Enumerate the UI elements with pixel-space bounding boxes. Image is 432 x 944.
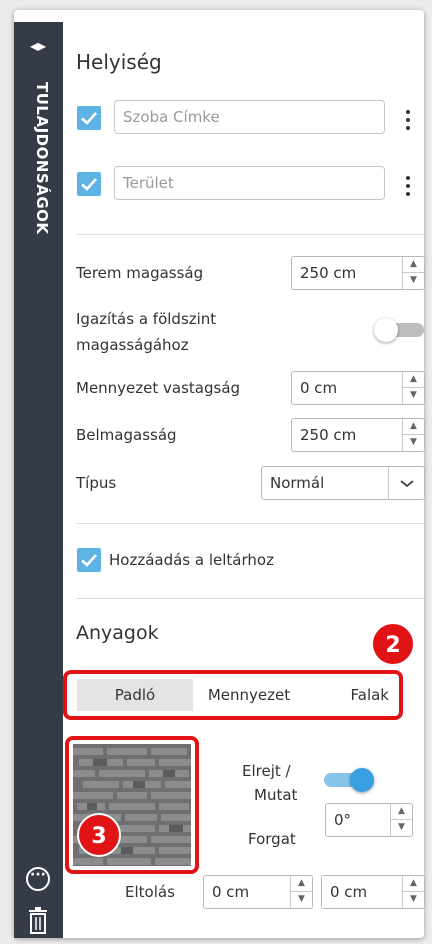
offset-y-value: 0 cm (330, 883, 368, 901)
materials-section-title: Anyagok (76, 622, 159, 644)
area-checkbox[interactable] (77, 172, 101, 196)
room-height-value: 250 cm (300, 264, 357, 282)
increment-icon[interactable]: ▲ (291, 876, 312, 892)
annotation-badge-3: 3 (77, 813, 121, 857)
type-value: Normál (270, 474, 325, 492)
properties-side-tab[interactable]: ◂▸ TULAJDONSÁGOK (14, 22, 63, 938)
panel-content: Helyiség Szoba Címke Terület Terem magas… (63, 22, 425, 938)
decrement-icon[interactable]: ▼ (291, 892, 312, 908)
divider (76, 234, 424, 235)
divider (76, 523, 424, 524)
checkmark-icon (81, 178, 97, 191)
decrement-icon[interactable]: ▼ (391, 820, 412, 836)
inventory-checkbox[interactable] (77, 548, 101, 572)
chat-icon[interactable] (26, 867, 50, 891)
tabs-highlight (63, 670, 403, 720)
chevron-down-icon (400, 480, 414, 488)
align-floor-label-1: Igazítás a földszint (76, 310, 217, 328)
offset-y-stepper[interactable]: 0 cm ▲ ▼ (321, 875, 425, 909)
room-label-input[interactable]: Szoba Címke (114, 100, 385, 134)
increment-icon[interactable]: ▲ (403, 257, 424, 273)
offset-label: Eltolás (125, 883, 175, 901)
offset-x-stepper[interactable]: 0 cm ▲ ▼ (203, 875, 313, 909)
align-floor-label-2: magasságához (76, 336, 189, 354)
ceiling-thickness-stepper[interactable]: 0 cm ▲ ▼ (291, 371, 425, 405)
divider (76, 598, 424, 599)
rotate-label: Forgat (248, 830, 296, 848)
increment-icon[interactable]: ▲ (403, 372, 424, 388)
area-input[interactable]: Terület (114, 166, 385, 200)
type-select[interactable]: Normál (261, 466, 425, 500)
trash-icon[interactable] (27, 907, 49, 935)
decrement-icon[interactable]: ▼ (403, 273, 424, 289)
rotate-value: 0° (334, 811, 352, 829)
area-more-icon[interactable] (405, 174, 411, 198)
room-section-title: Helyiség (76, 50, 162, 74)
checkmark-icon (81, 112, 97, 125)
increment-icon[interactable]: ▲ (391, 804, 412, 820)
inner-height-stepper[interactable]: 250 cm ▲ ▼ (291, 418, 425, 452)
room-label-checkbox[interactable] (77, 106, 101, 130)
expand-collapse-icon[interactable]: ◂▸ (26, 38, 50, 54)
type-label: Típus (76, 474, 117, 492)
room-height-label: Terem magasság (76, 264, 204, 282)
rotate-stepper[interactable]: 0° ▲ ▼ (325, 803, 413, 837)
side-tab-label: TULAJDONSÁGOK (33, 82, 51, 235)
show-hide-label-1: Elrejt / (242, 762, 291, 780)
inner-height-value: 250 cm (300, 426, 357, 444)
show-hide-label-2: Mutat (254, 786, 298, 804)
annotation-badge-2: 2 (371, 622, 415, 666)
checkmark-icon (81, 554, 97, 567)
ceiling-thickness-value: 0 cm (300, 379, 338, 397)
increment-icon[interactable]: ▲ (403, 419, 424, 435)
show-hide-toggle[interactable] (324, 768, 374, 792)
offset-x-value: 0 cm (212, 883, 250, 901)
inventory-label: Hozzáadás a leltárhoz (109, 551, 274, 569)
decrement-icon[interactable]: ▼ (403, 388, 424, 404)
ceiling-thickness-label: Mennyezet vastagság (76, 379, 241, 397)
inner-height-label: Belmagasság (76, 426, 177, 444)
room-label-more-icon[interactable] (405, 108, 411, 132)
room-height-stepper[interactable]: 250 cm ▲ ▼ (291, 256, 425, 290)
swatch-highlight (65, 736, 199, 874)
decrement-icon[interactable]: ▼ (403, 435, 424, 451)
increment-icon[interactable]: ▲ (403, 876, 424, 892)
decrement-icon[interactable]: ▼ (403, 892, 424, 908)
align-floor-toggle[interactable] (374, 318, 424, 342)
